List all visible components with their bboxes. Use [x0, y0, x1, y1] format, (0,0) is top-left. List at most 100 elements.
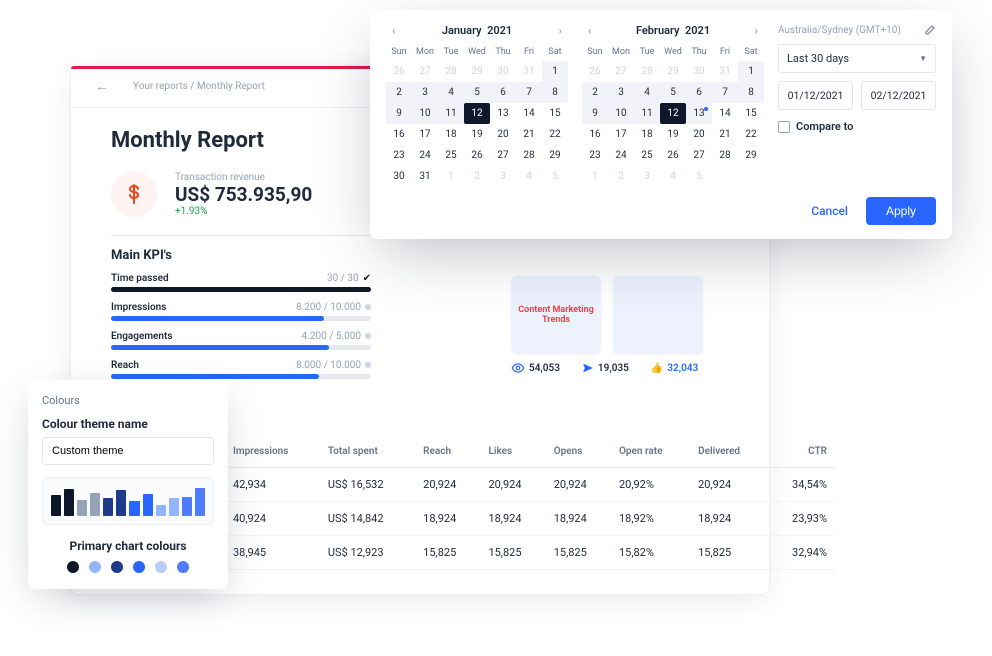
table-row[interactable]: 38,945US$ 12,92315,82515,82515,82515,82%… [225, 536, 835, 570]
col-open-rate[interactable]: Open rate [611, 436, 690, 468]
col-impressions[interactable]: Impressions [225, 436, 320, 468]
calendar-day[interactable]: 14 [516, 103, 542, 124]
calendar-day[interactable]: 23 [386, 145, 412, 166]
calendar-day[interactable]: 1 [582, 166, 608, 187]
calendar-day[interactable]: 19 [464, 124, 490, 145]
calendar-day[interactable]: 28 [634, 61, 660, 82]
calendar-day[interactable]: 31 [712, 61, 738, 82]
next-month-button[interactable]: › [553, 24, 568, 37]
calendar-day[interactable]: 5 [660, 82, 686, 103]
calendar-day[interactable]: 1 [542, 61, 568, 82]
calendar-day[interactable]: 15 [738, 103, 764, 124]
timezone-row[interactable]: Australia/Sydney (GMT+10) [778, 24, 936, 36]
range-preset-select[interactable]: Last 30 days▼ [778, 44, 936, 73]
calendar-day[interactable]: 22 [542, 124, 568, 145]
calendar-day[interactable]: 30 [386, 166, 412, 187]
table-row[interactable]: 40,924US$ 14,84218,92418,92418,92418,92%… [225, 502, 835, 536]
calendar-day[interactable]: 1 [438, 166, 464, 187]
calendar-day[interactable]: 25 [634, 145, 660, 166]
calendar-day[interactable]: 20 [490, 124, 516, 145]
col-total-spent[interactable]: Total spent [320, 436, 415, 468]
calendar-day[interactable]: 25 [438, 145, 464, 166]
back-arrow-icon[interactable]: ← [95, 78, 109, 95]
calendar-day[interactable]: 7 [516, 82, 542, 103]
calendar-day[interactable]: 4 [660, 166, 686, 187]
calendar-day[interactable]: 31 [516, 61, 542, 82]
next-month-button[interactable]: › [749, 24, 764, 37]
calendar-day[interactable]: 3 [608, 82, 634, 103]
calendar-day[interactable]: 10 [608, 103, 634, 124]
calendar-day[interactable]: 29 [660, 61, 686, 82]
calendar-day[interactable]: 11 [438, 103, 464, 124]
calendar-day[interactable]: 11 [634, 103, 660, 124]
calendar-day[interactable]: 4 [516, 166, 542, 187]
calendar-day[interactable]: 24 [608, 145, 634, 166]
col-ctr[interactable]: CTR [767, 436, 835, 468]
calendar-day[interactable]: 4 [438, 82, 464, 103]
calendar-day[interactable]: 5 [464, 82, 490, 103]
calendar-day[interactable]: 13 [490, 103, 516, 124]
calendar-day[interactable]: 29 [542, 145, 568, 166]
calendar-day[interactable]: 2 [582, 82, 608, 103]
cancel-button[interactable]: Cancel [811, 204, 848, 218]
col-likes[interactable]: Likes [480, 436, 545, 468]
calendar-day[interactable]: 10 [412, 103, 438, 124]
calendar-day[interactable]: 2 [464, 166, 490, 187]
calendar-day[interactable]: 21 [712, 124, 738, 145]
calendar-day[interactable]: 2 [386, 82, 412, 103]
thumbnail-generic[interactable] [613, 276, 703, 354]
colour-swatch[interactable] [155, 561, 167, 573]
calendar-day[interactable]: 14 [712, 103, 738, 124]
col-delivered[interactable]: Delivered [690, 436, 767, 468]
calendar-day[interactable]: 12 [660, 103, 686, 124]
calendar-day[interactable]: 2 [608, 166, 634, 187]
prev-month-button[interactable]: ‹ [386, 24, 401, 37]
calendar-day[interactable]: 3 [634, 166, 660, 187]
calendar-day[interactable]: 31 [412, 166, 438, 187]
colour-swatch[interactable] [89, 561, 101, 573]
calendar-day[interactable]: 20 [686, 124, 712, 145]
calendar-day[interactable]: 17 [412, 124, 438, 145]
calendar-day[interactable]: 28 [712, 145, 738, 166]
col-reach[interactable]: Reach [415, 436, 480, 468]
calendar-day[interactable]: 28 [516, 145, 542, 166]
calendar-day[interactable]: 26 [464, 145, 490, 166]
calendar-day[interactable]: 27 [686, 145, 712, 166]
calendar-day[interactable]: 27 [412, 61, 438, 82]
calendar-day[interactable]: 18 [634, 124, 660, 145]
date-to-input[interactable]: 02/12/2021 [861, 81, 936, 110]
calendar-day[interactable]: 29 [464, 61, 490, 82]
colour-swatch[interactable] [177, 561, 189, 573]
calendar-day[interactable]: 27 [608, 61, 634, 82]
calendar-day[interactable]: 30 [686, 61, 712, 82]
pencil-icon[interactable] [924, 24, 936, 36]
colour-swatch[interactable] [67, 561, 79, 573]
calendar-day[interactable]: 6 [490, 82, 516, 103]
calendar-day[interactable]: 9 [582, 103, 608, 124]
calendar-day[interactable]: 16 [386, 124, 412, 145]
colour-swatch[interactable] [133, 561, 145, 573]
calendar-day[interactable]: 28 [438, 61, 464, 82]
apply-button[interactable]: Apply [866, 197, 936, 225]
calendar-day[interactable]: 8 [542, 82, 568, 103]
calendar-day[interactable]: 7 [712, 82, 738, 103]
calendar-day[interactable]: 19 [660, 124, 686, 145]
compare-checkbox[interactable]: Compare to [778, 120, 936, 133]
calendar-day[interactable]: 13 [686, 103, 712, 124]
table-row[interactable]: 42,934US$ 16,53220,92420,92420,92420,92%… [225, 468, 835, 502]
calendar-day[interactable]: 30 [490, 61, 516, 82]
calendar-day[interactable]: 5 [542, 166, 568, 187]
calendar-day[interactable]: 16 [582, 124, 608, 145]
calendar-day[interactable]: 5 [686, 166, 712, 187]
calendar-day[interactable]: 26 [660, 145, 686, 166]
calendar-day[interactable]: 22 [738, 124, 764, 145]
calendar-day[interactable]: 1 [738, 61, 764, 82]
calendar-day[interactable]: 21 [516, 124, 542, 145]
calendar-day[interactable]: 26 [386, 61, 412, 82]
colour-swatch[interactable] [111, 561, 123, 573]
theme-name-input[interactable] [42, 437, 214, 465]
calendar-day[interactable]: 9 [386, 103, 412, 124]
calendar-day[interactable]: 15 [542, 103, 568, 124]
calendar-day[interactable]: 18 [438, 124, 464, 145]
breadcrumb-trail[interactable]: Your reports / Monthly Report [133, 81, 265, 92]
